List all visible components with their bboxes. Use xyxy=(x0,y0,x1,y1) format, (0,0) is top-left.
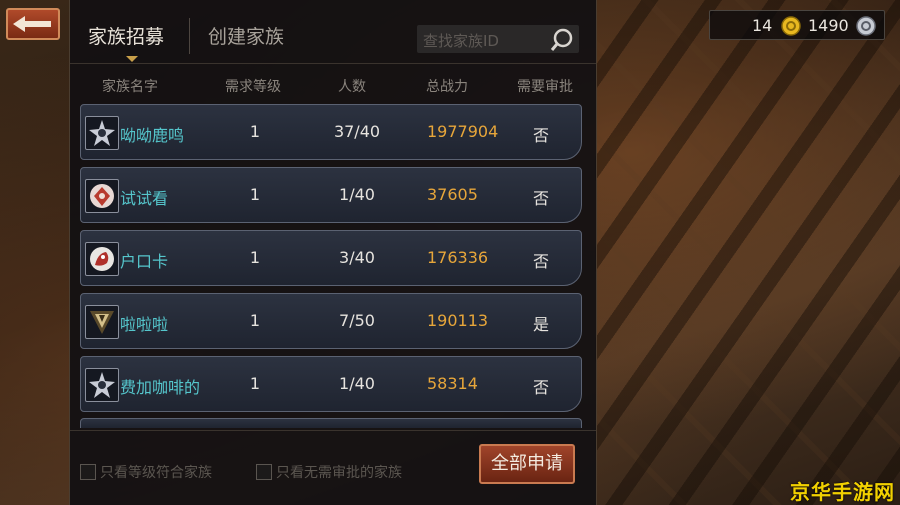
tab-create[interactable]: 创建家族 xyxy=(208,22,284,49)
beast-crest-icon xyxy=(85,242,119,276)
col-header-level: 需求等级 xyxy=(225,79,281,95)
footer-divider xyxy=(70,430,596,431)
member-count: 3/40 xyxy=(339,248,375,267)
tab-active-indicator xyxy=(126,56,138,62)
family-name: 户口卡 xyxy=(120,252,169,271)
search-placeholder: 查找家族ID xyxy=(423,32,499,50)
family-panel: 家族招募 创建家族 查找家族ID 家族名字 需求等级 人数 总战力 需要审批 呦… xyxy=(69,0,597,505)
family-row[interactable]: 试试看 1 1/40 37605 否 xyxy=(80,167,582,223)
family-row[interactable]: 户口卡 1 3/40 176336 否 xyxy=(80,230,582,286)
background-scenery xyxy=(595,0,900,505)
back-button[interactable] xyxy=(6,8,60,40)
total-power: 1977904 xyxy=(427,122,499,141)
family-name: 啦啦啦 xyxy=(120,315,169,334)
header-divider xyxy=(70,63,596,64)
fan-crest-icon xyxy=(85,179,119,213)
total-power: 190113 xyxy=(427,311,489,330)
family-row[interactable]: 啦啦啦 1 7/50 190113 是 xyxy=(80,293,582,349)
member-count: 1/40 xyxy=(339,185,375,204)
total-power: 37605 xyxy=(427,185,478,204)
needs-approval: 是 xyxy=(532,315,549,334)
needs-approval: 否 xyxy=(532,378,549,397)
required-level: 1 xyxy=(249,311,261,330)
needs-approval: 否 xyxy=(532,189,549,208)
needs-approval: 否 xyxy=(532,252,549,271)
tab-recruit[interactable]: 家族招募 xyxy=(88,22,164,49)
total-power: 58314 xyxy=(427,374,478,393)
no-approval-label: 只看无需审批的家族 xyxy=(276,465,402,481)
filter-level-match[interactable]: 只看等级符合家族 xyxy=(80,462,212,482)
filter-no-approval[interactable]: 只看无需审批的家族 xyxy=(256,462,402,482)
required-level: 1 xyxy=(249,185,261,204)
member-count: 7/50 xyxy=(339,311,375,330)
watermark-text: 京华手游网 xyxy=(790,480,895,504)
family-name: 试试看 xyxy=(120,189,169,208)
star-crest-icon xyxy=(85,116,119,150)
family-row[interactable]: 费加咖啡的 1 1/40 58314 否 xyxy=(80,356,582,412)
search-icon[interactable] xyxy=(549,27,575,53)
family-name: 呦呦鹿鸣 xyxy=(120,126,185,145)
gold-amount: 14 xyxy=(752,16,773,35)
apply-all-button[interactable]: 全部申请 xyxy=(479,444,575,484)
star-crest-icon xyxy=(85,368,119,402)
v-crest-icon xyxy=(85,305,119,339)
gold-coin-icon xyxy=(781,16,801,36)
arrow-left-icon xyxy=(13,16,51,32)
tab-divider xyxy=(189,18,190,54)
required-level: 1 xyxy=(249,248,261,267)
family-row[interactable]: 呦呦鹿鸣 1 37/40 1977904 否 xyxy=(80,104,582,160)
col-header-name: 家族名字 xyxy=(102,79,158,95)
silver-coin-icon xyxy=(856,16,876,36)
member-count: 37/40 xyxy=(333,122,381,141)
col-header-approval: 需要审批 xyxy=(517,79,573,95)
level-match-label: 只看等级符合家族 xyxy=(100,465,212,481)
family-row-partial xyxy=(80,418,582,428)
currency-bar: 14 1490 xyxy=(709,10,885,40)
required-level: 1 xyxy=(249,374,261,393)
member-count: 1/40 xyxy=(339,374,375,393)
total-power: 176336 xyxy=(427,248,489,267)
col-header-power: 总战力 xyxy=(426,79,468,95)
level-match-checkbox[interactable] xyxy=(80,464,96,480)
col-header-members: 人数 xyxy=(338,79,366,95)
no-approval-checkbox[interactable] xyxy=(256,464,272,480)
required-level: 1 xyxy=(249,122,261,141)
needs-approval: 否 xyxy=(532,126,549,145)
family-name: 费加咖啡的 xyxy=(120,378,201,397)
search-input[interactable]: 查找家族ID xyxy=(417,25,579,53)
silver-amount: 1490 xyxy=(808,16,849,35)
